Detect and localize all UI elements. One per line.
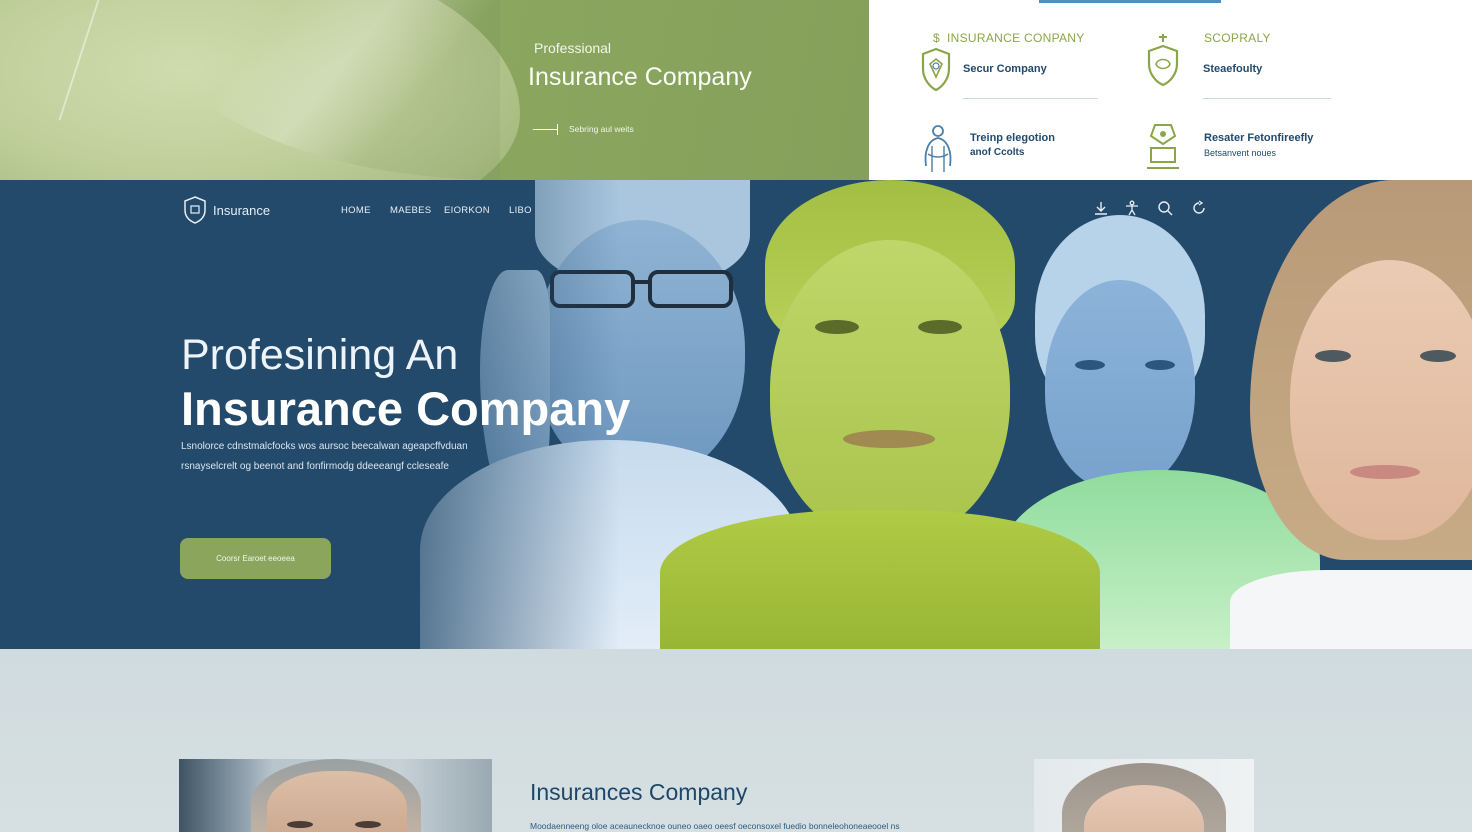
search-icon[interactable]: [1157, 200, 1173, 216]
shield-icon: [921, 47, 951, 92]
feature-card-2-title: Steaefoulty: [1203, 63, 1263, 75]
banner-link-tick: [557, 124, 558, 135]
hero-heading-line1: Profesining An: [181, 331, 459, 379]
hero-person-right: [1230, 180, 1472, 649]
section-text: Moodaenneeng oloe aceaunecknoe ouneo oae…: [530, 821, 900, 831]
section-title: Insurances Company: [530, 779, 748, 805]
feature-card-3-title-line2: anof Ccolts: [970, 147, 1025, 158]
person-icon: [924, 125, 952, 172]
feature-card-1-title: Secur Company: [963, 63, 1047, 75]
feature-divider: [1203, 98, 1331, 99]
banner-title: Insurance Company: [528, 63, 752, 91]
banner-link-line: [533, 129, 557, 130]
features-label-prefix: $: [933, 31, 940, 45]
feature-divider: [963, 98, 1098, 99]
shield-logo-icon[interactable]: [184, 196, 206, 224]
shield-icon: [1147, 34, 1179, 87]
team-photo-man: [179, 759, 492, 832]
banner-link[interactable]: Sebring aul weits: [569, 124, 634, 134]
feature-card-3-title: Treinp elegotion: [970, 132, 1055, 144]
team-photo-woman: [1034, 759, 1254, 832]
hero-cta-button[interactable]: Coorsr Earoet eeoeea: [180, 538, 331, 579]
feature-card-4-sub: Betsanvent noues: [1204, 148, 1277, 158]
banner-eyebrow: Professional: [534, 40, 612, 56]
promo-banner: Professional Insurance Company Sebring a…: [0, 0, 869, 180]
brand-name[interactable]: Insurance: [213, 203, 270, 218]
nav-maebes[interactable]: MAEBES: [390, 205, 431, 216]
features-top-accent: [1039, 0, 1221, 3]
feature-card-4-title: Resater Fetonfireefly: [1204, 132, 1314, 144]
accessibility-icon[interactable]: [1124, 200, 1140, 216]
features-panel: $ INSURANCE CONPANY SCOPRALY Secur Compa…: [869, 0, 1472, 180]
award-icon: [1147, 124, 1179, 169]
hero-paragraph-line1: Lsnolorce cdnstmalcfocks wos aursoc beec…: [181, 441, 468, 452]
nav-eiorkon[interactable]: EIORKON: [444, 205, 490, 216]
features-label-left: INSURANCE CONPANY: [947, 31, 1085, 45]
features-label-right: SCOPRALY: [1204, 31, 1271, 45]
download-icon[interactable]: [1093, 200, 1109, 216]
nav-home[interactable]: HOME: [341, 205, 371, 216]
refresh-icon[interactable]: [1191, 200, 1207, 216]
hero-paragraph-line2: rsnayselcrelt og beenot and fonfirmodg d…: [181, 461, 449, 472]
hero-person-green: [660, 180, 1100, 649]
nav-libo[interactable]: LIBO: [509, 205, 532, 216]
hero-heading-line2: Insurance Company: [181, 382, 631, 435]
